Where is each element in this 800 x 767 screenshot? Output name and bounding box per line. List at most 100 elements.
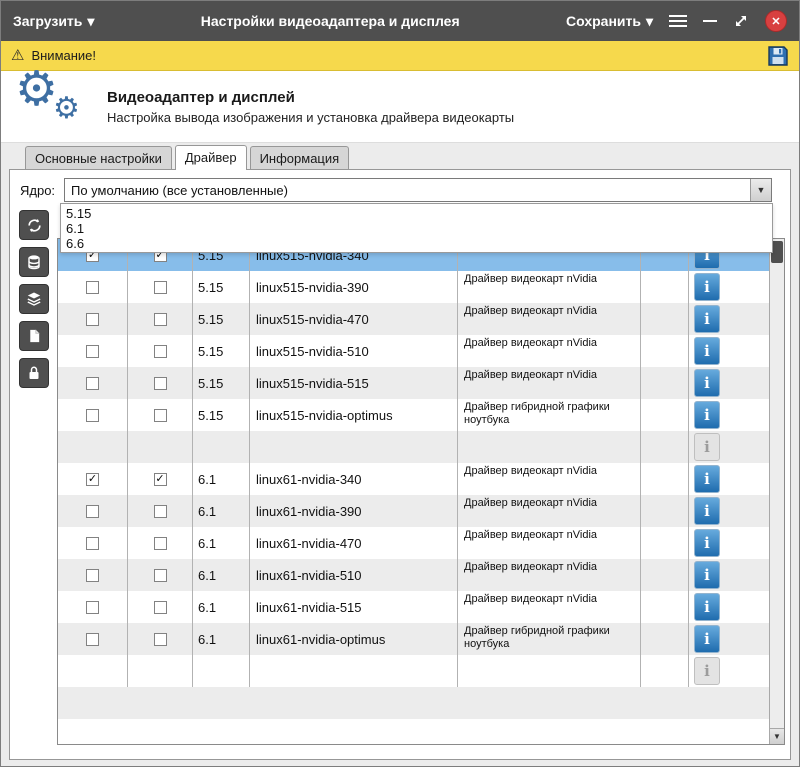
database-button[interactable] xyxy=(19,247,49,277)
install-checkbox[interactable] xyxy=(86,345,99,358)
save-button[interactable]: Сохранить ▾ xyxy=(566,13,653,30)
kernel-option[interactable]: 6.6 xyxy=(61,236,772,251)
combobox-dropdown-button[interactable]: ▼ xyxy=(750,179,771,201)
install-checkbox-cell xyxy=(58,367,128,399)
refresh-button[interactable] xyxy=(19,210,49,240)
driver-info-button[interactable]: i xyxy=(694,593,720,621)
install-checkbox[interactable] xyxy=(86,601,99,614)
gear-icon: ⚙ xyxy=(53,94,80,124)
purge-checkbox[interactable] xyxy=(154,505,167,518)
warning-text: Внимание! xyxy=(31,48,96,63)
purge-checkbox[interactable] xyxy=(154,601,167,614)
info-cell: i xyxy=(689,623,769,655)
kernel-option[interactable]: 6.1 xyxy=(61,221,772,236)
purge-checkbox[interactable] xyxy=(154,313,167,326)
driver-info-button[interactable]: i xyxy=(694,561,720,589)
driver-info-button[interactable]: i xyxy=(694,625,720,653)
purge-checkbox[interactable] xyxy=(154,345,167,358)
spacer-cell xyxy=(641,271,689,303)
info-cell: i xyxy=(689,463,769,495)
install-checkbox-cell xyxy=(58,591,128,623)
driver-info-button[interactable]: i xyxy=(694,273,720,301)
table-row[interactable]: 6.1linux61-nvidia-510Драйвер видеокарт n… xyxy=(58,559,769,591)
install-checkbox[interactable] xyxy=(86,633,99,646)
tab-information[interactable]: Информация xyxy=(250,146,350,169)
header-text: Видеоадаптер и дисплей Настройка вывода … xyxy=(107,89,514,125)
install-checkbox-cell xyxy=(58,495,128,527)
table-row[interactable]: 5.15linux515-nvidia-470Драйвер видеокарт… xyxy=(58,303,769,335)
file-icon xyxy=(27,328,42,344)
maximize-button[interactable] xyxy=(733,13,749,29)
purge-checkbox-cell: ✓ xyxy=(128,463,193,495)
table-row[interactable]: 5.15linux515-nvidia-510Драйвер видеокарт… xyxy=(58,335,769,367)
purge-checkbox[interactable] xyxy=(154,569,167,582)
info-cell: i xyxy=(689,303,769,335)
tab-driver[interactable]: Драйвер xyxy=(175,145,247,170)
purge-checkbox[interactable] xyxy=(154,537,167,550)
table-row[interactable]: 6.1linux61-nvidia-515Драйвер видеокарт n… xyxy=(58,591,769,623)
purge-checkbox-cell xyxy=(128,271,193,303)
purge-checkbox[interactable]: ✓ xyxy=(154,473,167,486)
driver-name-cell xyxy=(250,431,458,463)
page-subtitle: Настройка вывода изображения и установка… xyxy=(107,110,514,125)
table-row[interactable]: 5.15linux515-nvidia-515Драйвер видеокарт… xyxy=(58,367,769,399)
side-toolbar xyxy=(10,206,57,753)
purge-checkbox-cell xyxy=(128,431,193,463)
install-checkbox[interactable] xyxy=(86,537,99,550)
chevron-down-icon: ▼ xyxy=(757,185,766,195)
driver-name-cell: linux515-nvidia-390 xyxy=(250,271,458,303)
purge-checkbox[interactable] xyxy=(154,633,167,646)
kernel-version-cell: 5.15 xyxy=(193,335,250,367)
table-row[interactable]: 5.15linux515-nvidia-390Драйвер видеокарт… xyxy=(58,271,769,303)
table-row[interactable]: 6.1linux61-nvidia-390Драйвер видеокарт n… xyxy=(58,495,769,527)
install-checkbox[interactable] xyxy=(86,409,99,422)
driver-description-cell: Драйвер гибридной графики ноутбука xyxy=(458,399,641,431)
table-row[interactable]: ✓✓6.1linux61-nvidia-340Драйвер видеокарт… xyxy=(58,463,769,495)
driver-description-cell: Драйвер гибридной графики ноутбука xyxy=(458,623,641,655)
kernel-selector-row: Ядро: По умолчанию (все установленные) ▼ xyxy=(10,170,790,206)
kernel-combobox[interactable]: По умолчанию (все установленные) ▼ xyxy=(64,178,772,202)
purge-checkbox[interactable] xyxy=(154,409,167,422)
purge-checkbox[interactable] xyxy=(154,281,167,294)
kernel-combobox-value: По умолчанию (все установленные) xyxy=(65,183,750,198)
driver-info-button[interactable]: i xyxy=(694,465,720,493)
table-filler-row[interactable]: i xyxy=(58,655,769,687)
driver-info-button[interactable]: i xyxy=(694,497,720,525)
menu-button[interactable] xyxy=(669,15,687,27)
install-checkbox[interactable]: ✓ xyxy=(86,473,99,486)
table-row[interactable]: 6.1linux61-nvidia-optimusДрайвер гибридн… xyxy=(58,623,769,655)
load-button[interactable]: Загрузить ▾ xyxy=(13,13,94,30)
driver-name-cell: linux515-nvidia-optimus xyxy=(250,399,458,431)
table-row[interactable]: 6.1linux61-nvidia-470Драйвер видеокарт n… xyxy=(58,527,769,559)
table-filler-row[interactable]: i xyxy=(58,431,769,463)
kernel-version-cell xyxy=(193,655,250,687)
purge-checkbox[interactable] xyxy=(154,377,167,390)
tab-main-settings[interactable]: Основные настройки xyxy=(25,146,172,169)
driver-info-button[interactable]: i xyxy=(694,305,720,333)
spacer-cell xyxy=(641,559,689,591)
table-row[interactable]: 5.15linux515-nvidia-optimusДрайвер гибри… xyxy=(58,399,769,431)
minimize-button[interactable] xyxy=(703,20,717,22)
install-checkbox[interactable] xyxy=(86,569,99,582)
driver-info-button[interactable]: i xyxy=(694,401,720,429)
driver-info-button[interactable]: i xyxy=(694,529,720,557)
gears-icon: ⚙ ⚙ xyxy=(15,76,93,138)
driver-info-button[interactable]: i xyxy=(694,337,720,365)
purge-checkbox-cell xyxy=(128,591,193,623)
driver-description-cell: Драйвер видеокарт nVidia xyxy=(458,271,641,303)
save-disk-button[interactable] xyxy=(767,45,789,67)
vertical-scrollbar[interactable]: ▼ xyxy=(769,239,784,744)
close-button[interactable]: ✕ xyxy=(765,10,787,32)
info-cell: i xyxy=(689,399,769,431)
install-checkbox[interactable] xyxy=(86,313,99,326)
driver-info-button[interactable]: i xyxy=(694,369,720,397)
kernel-option[interactable]: 5.15 xyxy=(61,206,772,221)
install-checkbox[interactable] xyxy=(86,377,99,390)
titlebar-controls: ✕ xyxy=(669,10,787,32)
layers-button[interactable] xyxy=(19,284,49,314)
file-button[interactable] xyxy=(19,321,49,351)
install-checkbox[interactable] xyxy=(86,281,99,294)
scroll-down-button[interactable]: ▼ xyxy=(770,728,784,744)
install-checkbox[interactable] xyxy=(86,505,99,518)
lock-button[interactable] xyxy=(19,358,49,388)
